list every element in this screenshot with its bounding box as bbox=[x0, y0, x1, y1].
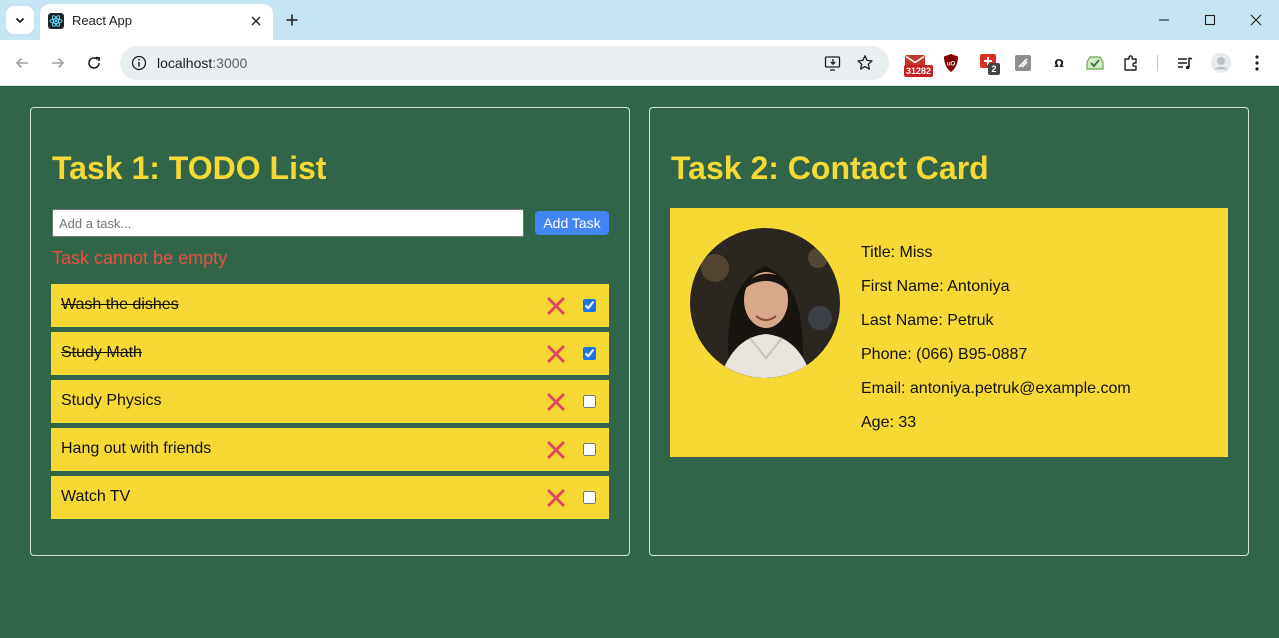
contact-title: Task 2: Contact Card bbox=[671, 150, 989, 186]
contact-phone: Phone: (066) B95-0887 bbox=[861, 346, 1028, 363]
delete-x-icon[interactable] bbox=[545, 295, 567, 317]
error-message: Task cannot be empty bbox=[52, 248, 228, 268]
install-app-icon[interactable] bbox=[823, 53, 843, 73]
svg-text:uO: uO bbox=[947, 62, 956, 68]
todo-item-text: Study Math bbox=[61, 344, 142, 361]
url-text: localhost:3000 bbox=[157, 55, 247, 71]
gmail-unread-badge: 31282 bbox=[904, 65, 934, 77]
todo-complete-checkbox[interactable] bbox=[583, 443, 596, 456]
delete-x-icon[interactable] bbox=[545, 439, 567, 461]
url-host: localhost bbox=[157, 55, 213, 71]
tab-search-button[interactable] bbox=[6, 6, 34, 34]
tab-title: React App bbox=[72, 13, 132, 28]
todo-complete-checkbox[interactable] bbox=[583, 299, 596, 312]
add-task-button[interactable]: Add Task bbox=[535, 211, 609, 235]
profile-avatar-icon[interactable] bbox=[1209, 51, 1233, 75]
more-menu-icon[interactable] bbox=[1245, 51, 1269, 75]
contact-email: Email: antoniya.petruk@example.com bbox=[861, 380, 1131, 397]
todo-item-text: Study Physics bbox=[61, 392, 162, 409]
todo-item-text: Watch TV bbox=[61, 488, 131, 505]
todo-item: Hang out with friends bbox=[51, 428, 609, 471]
todo-item: Watch TV bbox=[51, 476, 609, 519]
contact-title-line: Title: Miss bbox=[861, 244, 933, 261]
todo-title: Task 1: TODO List bbox=[52, 150, 327, 186]
maximize-icon[interactable] bbox=[1200, 10, 1220, 30]
reload-icon[interactable] bbox=[82, 51, 106, 75]
svg-text:Ω: Ω bbox=[1054, 57, 1064, 70]
react-logo-icon bbox=[48, 13, 64, 29]
gmail-extension-icon[interactable]: 31282 bbox=[902, 51, 934, 77]
browser-toolbar: localhost:3000 31282 uO 2 Ω bbox=[0, 40, 1279, 86]
tab-close-icon[interactable] bbox=[246, 11, 266, 31]
task-input[interactable] bbox=[52, 209, 524, 237]
ublock-shield-icon[interactable]: uO bbox=[939, 51, 963, 75]
todo-item: Wash the dishes bbox=[51, 284, 609, 327]
extensions-puzzle-icon[interactable] bbox=[1119, 51, 1143, 75]
delete-x-icon[interactable] bbox=[545, 487, 567, 509]
browser-tab-strip: React App bbox=[0, 0, 1279, 40]
chevron-down-icon bbox=[15, 17, 25, 24]
todo-item-text: Hang out with friends bbox=[61, 440, 212, 457]
url-port: :3000 bbox=[212, 55, 248, 71]
address-bar[interactable]: localhost:3000 bbox=[120, 46, 889, 80]
contact-age: Age: 33 bbox=[861, 414, 917, 431]
red-extension-icon[interactable]: 2 bbox=[977, 51, 1001, 75]
site-info-icon[interactable] bbox=[130, 54, 148, 72]
contact-first-name: First Name: Antoniya bbox=[861, 278, 1010, 295]
contact-photo bbox=[690, 228, 840, 378]
new-tab-plus-icon[interactable] bbox=[282, 10, 302, 30]
todo-item: Study Math bbox=[51, 332, 609, 375]
forward-arrow-icon[interactable] bbox=[46, 51, 70, 75]
todo-panel: Task 1: TODO List Add Task Task cannot b… bbox=[30, 107, 630, 556]
todo-list: Wash the dishes Study Math Study Physics… bbox=[51, 284, 609, 524]
toolbar-separator bbox=[1157, 55, 1158, 71]
back-arrow-icon[interactable] bbox=[10, 51, 34, 75]
todo-complete-checkbox[interactable] bbox=[583, 491, 596, 504]
media-control-icon[interactable] bbox=[1173, 51, 1197, 75]
close-window-icon[interactable] bbox=[1246, 10, 1266, 30]
omega-symbol-icon[interactable]: Ω bbox=[1047, 51, 1071, 75]
todo-item: Study Physics bbox=[51, 380, 609, 423]
todo-item-text: Wash the dishes bbox=[61, 296, 179, 313]
inbox-check-icon[interactable] bbox=[1083, 51, 1107, 75]
browser-tab[interactable]: React App bbox=[40, 4, 273, 40]
delete-x-icon[interactable] bbox=[545, 391, 567, 413]
extension-count-badge: 2 bbox=[988, 63, 1000, 75]
todo-complete-checkbox[interactable] bbox=[583, 395, 596, 408]
delete-x-icon[interactable] bbox=[545, 343, 567, 365]
contact-last-name: Last Name: Petruk bbox=[861, 312, 994, 329]
gray-extension-icon[interactable] bbox=[1011, 51, 1035, 75]
todo-complete-checkbox[interactable] bbox=[583, 347, 596, 360]
contact-card: Title: Miss First Name: Antoniya Last Na… bbox=[670, 208, 1228, 457]
bookmark-star-icon[interactable] bbox=[855, 53, 875, 73]
contact-panel: Task 2: Contact Card Title: Miss First N… bbox=[649, 107, 1249, 556]
minimize-icon[interactable] bbox=[1154, 10, 1174, 30]
